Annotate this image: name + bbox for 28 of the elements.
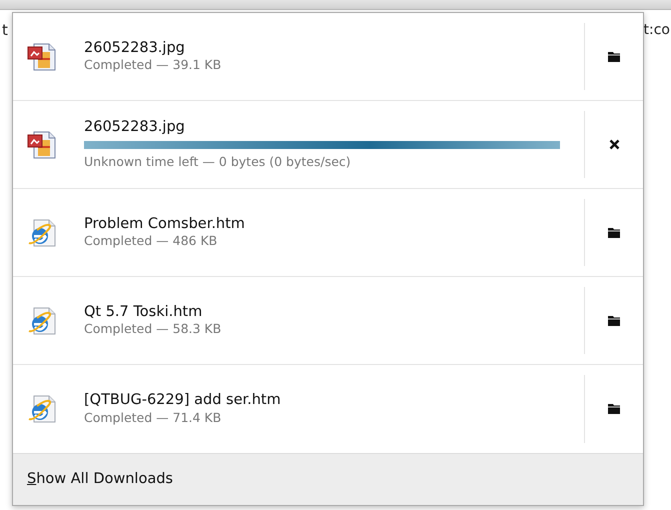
download-status: Completed — 486 KB <box>84 233 218 250</box>
download-status: Completed — 71.4 KB <box>84 410 222 426</box>
show-all-downloads-link[interactable]: Show All Downloads <box>27 468 173 490</box>
folder-icon <box>607 314 621 326</box>
download-item[interactable]: [QTBUG-6229] add ser.htm Completed — 71.4 KB <box>13 365 643 453</box>
file-name: 26052283.jpg <box>84 40 186 58</box>
folder-icon <box>607 226 621 238</box>
image-file-icon <box>26 40 58 72</box>
file-name: Problem Comsber.htm <box>84 216 246 234</box>
web-page-file-icon <box>26 393 58 425</box>
close-icon <box>608 139 620 150</box>
page-text: t <box>2 20 8 41</box>
image-file-icon <box>26 128 58 160</box>
download-status: Completed — 39.1 KB <box>84 57 222 74</box>
download-status: Unknown time left — 0 bytes (0 bytes/sec) <box>84 154 352 170</box>
download-status: Completed — 58.3 KB <box>84 321 222 338</box>
file-name: 26052283.jpg <box>84 119 186 137</box>
web-page-file-icon <box>26 304 58 336</box>
download-item[interactable]: 26052283.jpg Completed — 39.1 KB <box>13 13 643 101</box>
download-item[interactable]: Problem Comsber.htm Completed — 486 KB <box>13 189 643 277</box>
web-page-file-icon <box>26 216 58 248</box>
file-name: Qt 5.7 Toski.htm <box>84 304 204 322</box>
download-item[interactable]: 26052283.jpg Unknown time left — 0 bytes (0 bytes/sec) <box>13 101 643 189</box>
file-name: [QTBUG-6229] add ser.htm <box>84 392 282 410</box>
folder-icon <box>607 403 621 415</box>
page-text: t:co <box>644 20 670 40</box>
download-item[interactable]: Qt 5.7 Toski.htm Completed — 58.3 KB <box>13 277 643 365</box>
folder-icon <box>607 50 621 62</box>
